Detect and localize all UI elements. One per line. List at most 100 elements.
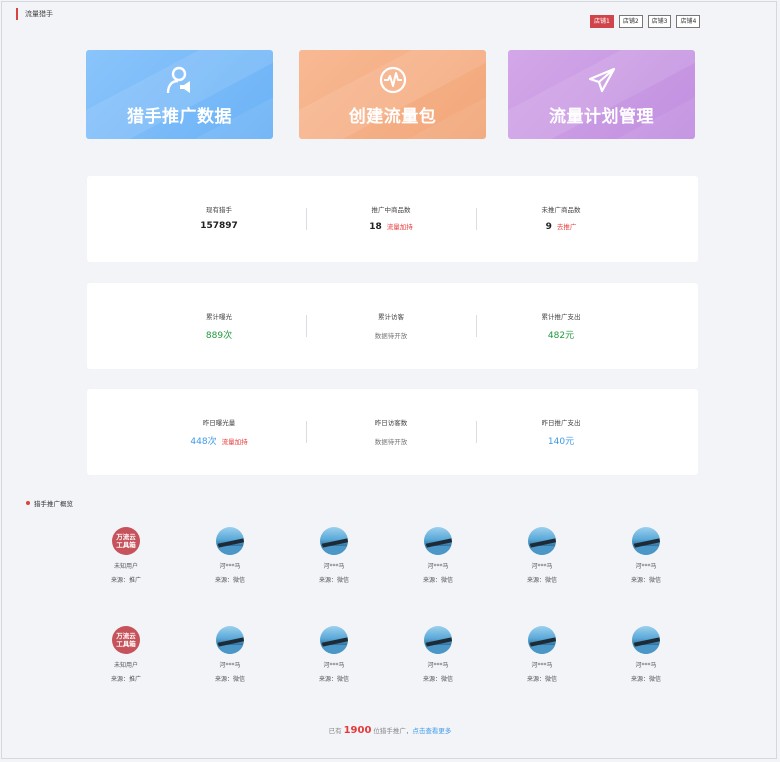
stat-value: 18 (369, 222, 382, 232)
page-header: 流量猎手 (16, 8, 53, 20)
avatar (320, 626, 348, 654)
create-traffic-pack-card[interactable]: 创建流量包 (299, 50, 486, 139)
user-name: 河***马 (635, 563, 657, 570)
stat-value: 482元 (547, 331, 575, 341)
stat-value: 140元 (547, 437, 575, 447)
page-title: 流量猎手 (25, 10, 53, 18)
stat-label: 推广中商品数 (371, 206, 411, 214)
avatar (216, 626, 244, 654)
hunter-user-card: 河***马来源：微信 (616, 626, 676, 683)
hunter-user-card: 河***马来源：微信 (408, 527, 468, 584)
stat-value: 9 (545, 222, 552, 232)
stat-value-row: 18 流量加持 (306, 221, 476, 232)
stat-label: 累计推广支出 (541, 313, 581, 321)
user-name: 河***马 (531, 563, 553, 570)
hunter-user-card: 河***马 来源：微信 (512, 527, 572, 584)
stats-panel-overview: 现有猎手 157897 推广中商品数 18 流量加持 未推广商品数 9 去推广 (87, 176, 698, 262)
feature-label: 创建流量包 (348, 107, 437, 127)
tab-shop-4[interactable]: 店铺4 (676, 15, 701, 28)
user-name: 未知用户 (113, 662, 138, 669)
hunter-user-card: 河***马来源：微信 (616, 527, 676, 584)
tab-shop-3[interactable]: 店铺3 (647, 15, 672, 28)
user-name: 河***马 (219, 662, 241, 669)
stat-label: 昨日推广支出 (541, 419, 581, 427)
hunter-user-card: 河***马 来源：微信 (200, 527, 260, 584)
avatar (424, 626, 452, 654)
avatar (528, 626, 556, 654)
stat-label: 累计访客 (378, 313, 404, 321)
stat-value-row: 448次 流量加持 (134, 434, 304, 447)
stat-yesterday-spend: 昨日推广支出 140元 (476, 389, 646, 475)
stat-label: 昨日曝光量 (202, 419, 236, 427)
user-name: 河***马 (635, 662, 657, 669)
stat-value: 数据待开放 (374, 332, 408, 340)
hunter-user-card: 河***马来源：微信 (512, 626, 572, 683)
hunter-user-card: 河***马 来源：微信 (200, 626, 260, 683)
go-promote-link[interactable]: 去推广 (557, 223, 577, 231)
avatar (632, 527, 660, 555)
user-source: 来源：微信 (422, 676, 453, 683)
view-more-link[interactable]: 点击查看更多 (412, 727, 451, 735)
header-accent-bar (16, 8, 18, 20)
stat-value: 889次 (205, 331, 233, 341)
footer-prefix: 已有 (328, 727, 342, 735)
paper-plane-icon (588, 67, 615, 93)
brand-avatar-text: 万流云工具箱 (116, 533, 136, 549)
user-source: 来源：微信 (526, 676, 557, 683)
brand-avatar: 万流云工具箱 (112, 626, 140, 654)
hunter-user-card: 河***马来源：微信 (304, 527, 364, 584)
feature-label: 流量计划管理 (549, 107, 654, 127)
stat-value: 448次 (190, 437, 217, 447)
user-name: 河***马 (427, 563, 449, 570)
user-source: 来源：微信 (630, 676, 661, 683)
pulse-circle-icon (379, 66, 406, 94)
user-name: 未知用户 (113, 563, 138, 570)
user-name: 河***马 (323, 662, 345, 669)
traffic-boost-link[interactable]: 流量加持 (387, 223, 413, 231)
brand-avatar: 万流云工具箱 (112, 527, 140, 555)
hunter-user-card: 万流云工具箱 未知用户 来源：推广 (96, 527, 156, 584)
user-name: 河***马 (531, 662, 553, 669)
footer-summary: 已有 1900 位猎手推广，点击查看更多 (0, 725, 780, 736)
stat-value-row: 9 去推广 (476, 221, 646, 232)
user-source: 来源：微信 (318, 577, 349, 584)
stats-panel-cumulative: 累计曝光 889次 累计访客 数据待开放 累计推广支出 482元 (87, 283, 698, 369)
user-source: 来源：微信 (630, 577, 661, 584)
hunter-user-card: 万流云工具箱未知用户来源：推广 (96, 626, 156, 683)
stat-value: 数据待开放 (374, 438, 408, 446)
shop-tabs: 店铺1 店铺2 店铺3 店铺4 (590, 15, 701, 28)
avatar (424, 527, 452, 555)
footer-suffix: 位猎手推广， (373, 727, 413, 735)
user-source: 来源：推广 (110, 676, 141, 683)
stat-promoting-products: 推广中商品数 18 流量加持 (306, 176, 476, 262)
hunter-user-card: 河***马来源：微信 (304, 626, 364, 683)
stat-hunters: 现有猎手 157897 (134, 176, 304, 262)
stat-yesterday-visitors: 昨日访客数 数据待开放 (306, 389, 476, 475)
bullet-dot (26, 501, 30, 505)
overview-title: 猎手推广概览 (34, 500, 73, 508)
traffic-boost-link[interactable]: 流量加持 (222, 438, 248, 446)
stat-cumulative-visitors: 累计访客 数据待开放 (306, 283, 476, 369)
avatar (632, 626, 660, 654)
avatar (528, 527, 556, 555)
stat-label: 累计曝光 (206, 313, 232, 321)
brand-avatar-text: 万流云工具箱 (116, 632, 136, 648)
user-name: 河***马 (219, 563, 241, 570)
user-megaphone-icon (166, 66, 190, 94)
hunter-user-card: 河***马 来源：微信 (408, 626, 468, 683)
tab-shop-2[interactable]: 店铺2 (618, 15, 643, 28)
stat-label: 昨日访客数 (374, 419, 408, 427)
user-name: 河***马 (323, 563, 345, 570)
stat-unpromoted-products: 未推广商品数 9 去推广 (476, 176, 646, 262)
stat-value: 157897 (200, 221, 238, 231)
stat-label: 现有猎手 (206, 206, 232, 214)
stat-cumulative-impressions: 累计曝光 889次 (134, 283, 304, 369)
traffic-plan-management-card[interactable]: 流量计划管理 (508, 50, 695, 139)
hunter-promotion-data-card[interactable]: 猎手推广数据 (86, 50, 273, 139)
user-source: 来源：微信 (422, 577, 453, 584)
tab-shop-1[interactable]: 店铺1 (590, 15, 614, 28)
hunter-count: 1900 (343, 725, 372, 736)
user-source: 来源：微信 (318, 676, 349, 683)
stats-panel-yesterday: 昨日曝光量 448次 流量加持 昨日访客数 数据待开放 昨日推广支出 140元 (87, 389, 698, 475)
stat-cumulative-spend: 累计推广支出 482元 (476, 283, 646, 369)
